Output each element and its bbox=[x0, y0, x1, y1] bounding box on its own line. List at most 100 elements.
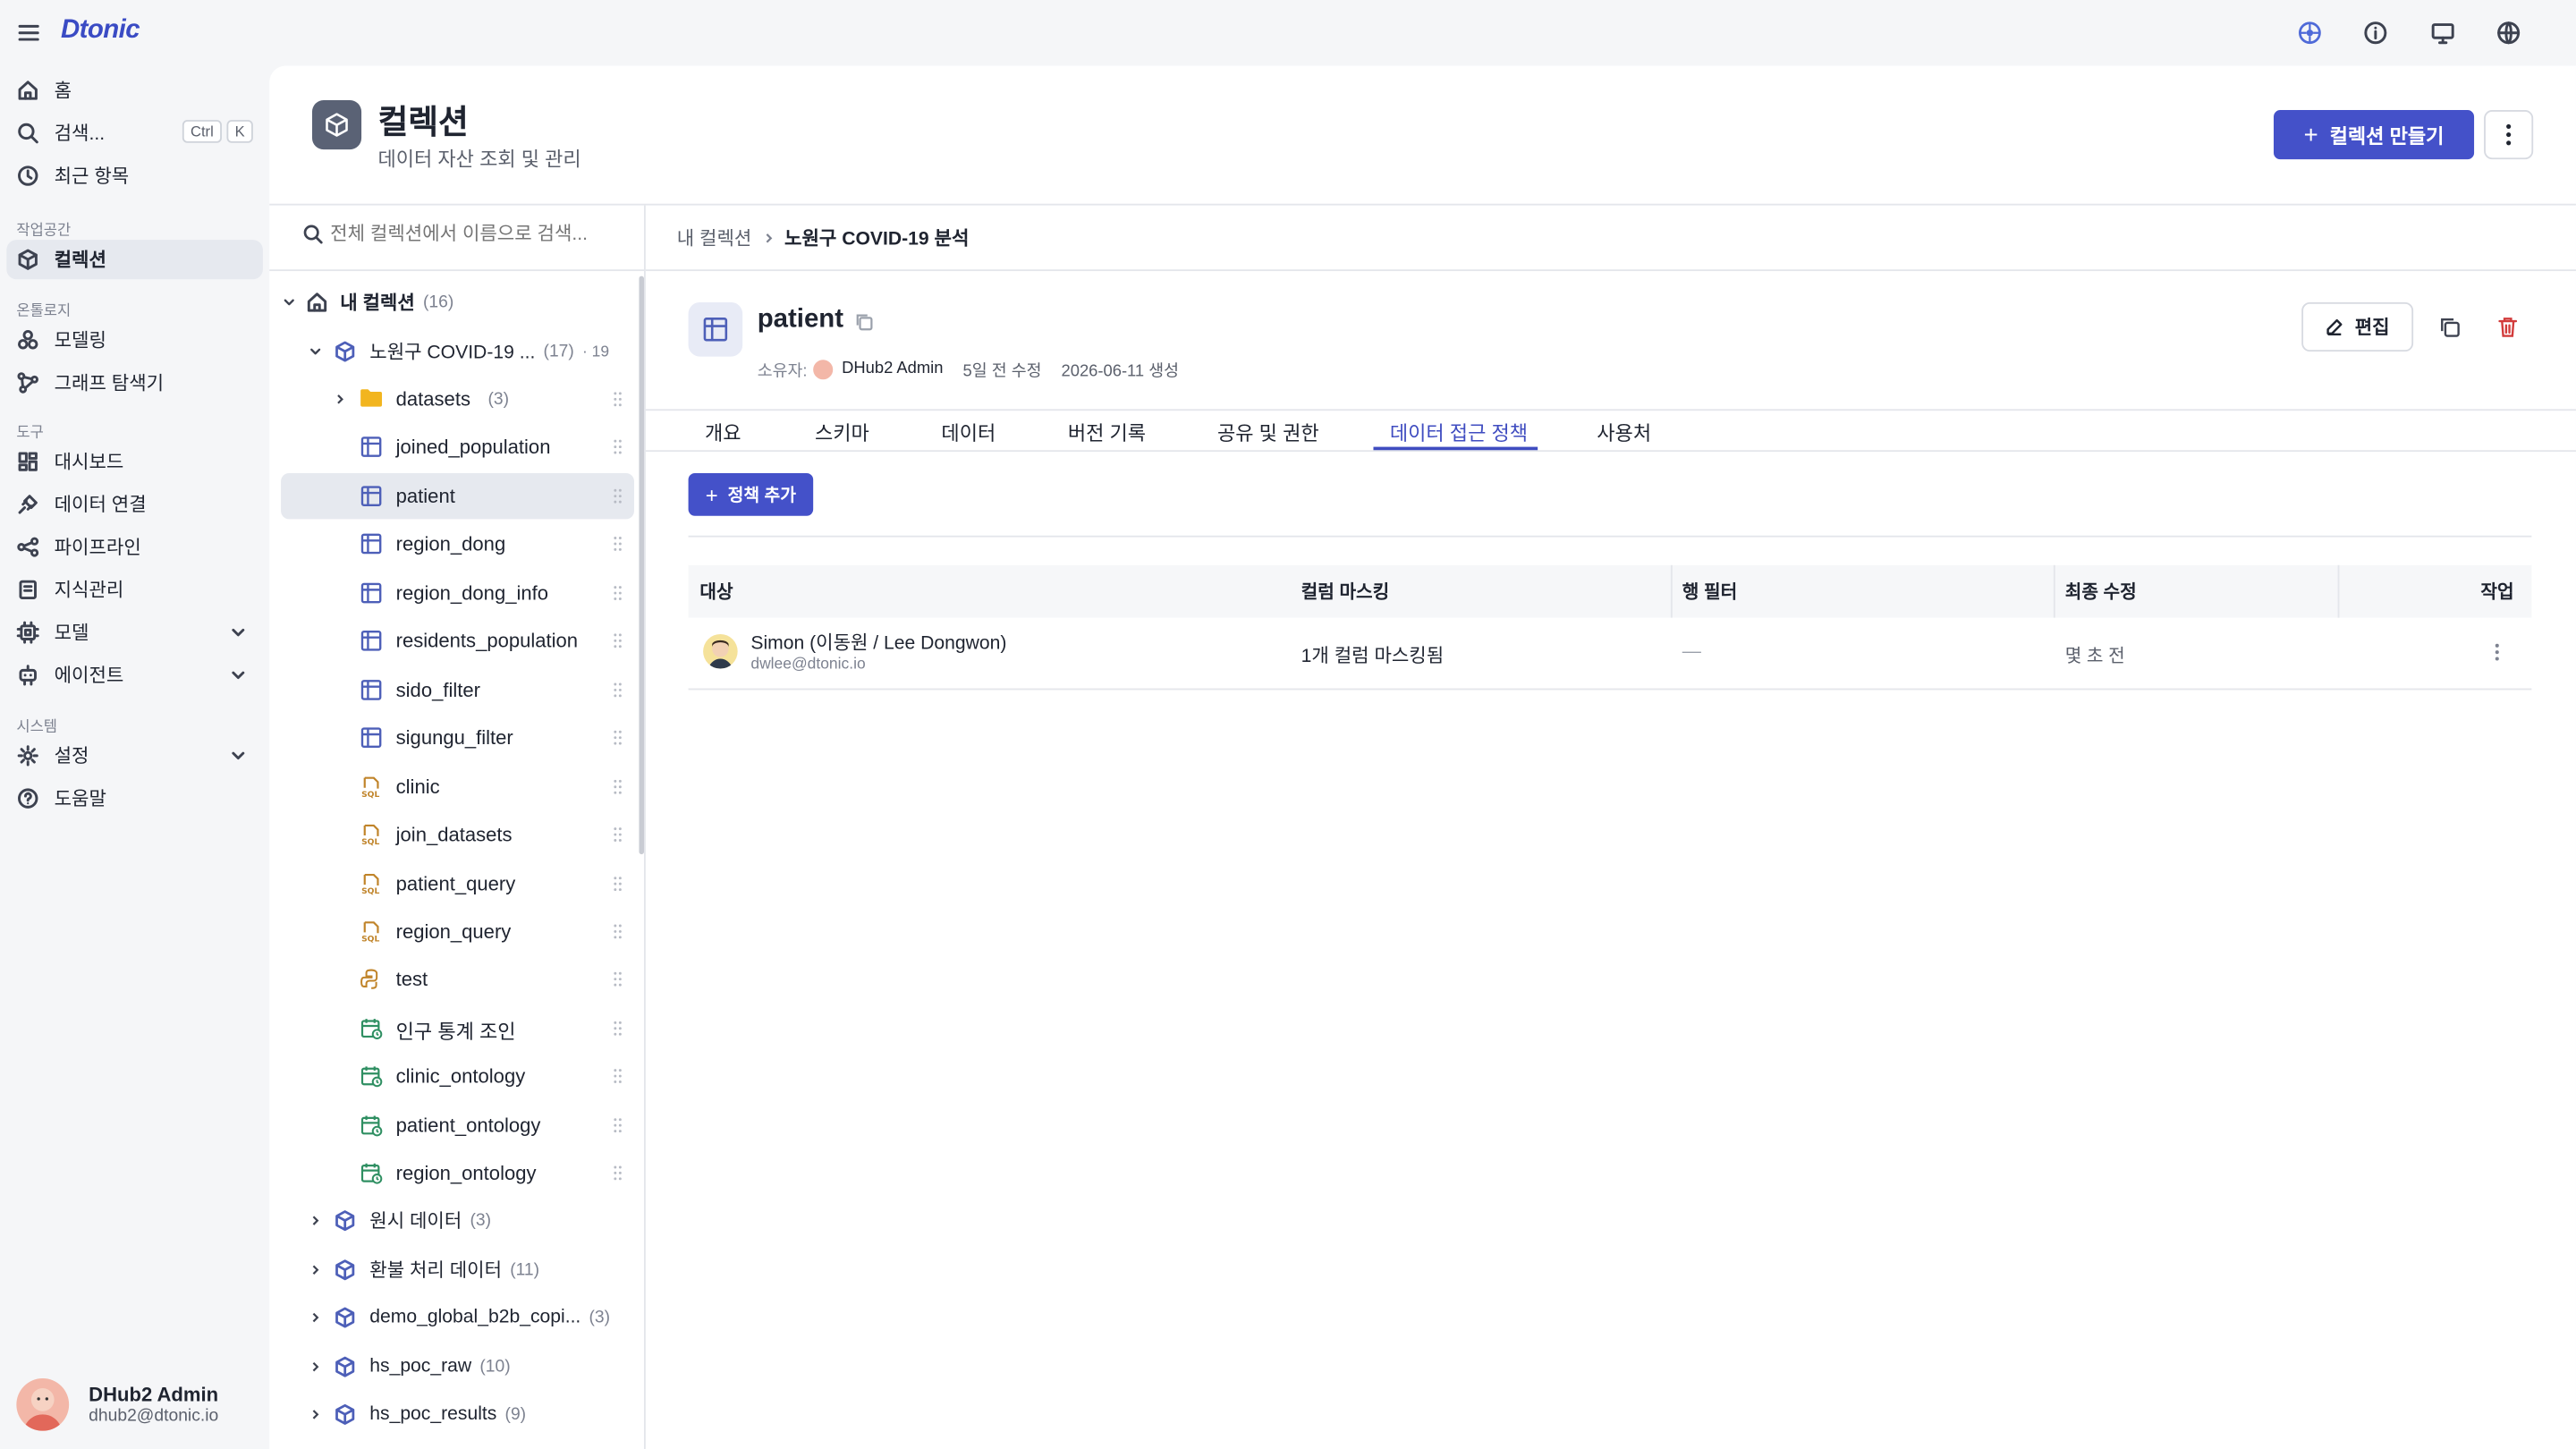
tree-item-label: region_query bbox=[395, 919, 512, 944]
tree-item[interactable]: region_dong_info bbox=[281, 570, 634, 615]
more-vertical-icon bbox=[2506, 123, 2512, 146]
cube-icon bbox=[334, 1403, 357, 1427]
drag-handle-icon[interactable] bbox=[613, 971, 623, 987]
drag-handle-icon[interactable] bbox=[613, 487, 623, 504]
tree-item[interactable]: sigungu_filter bbox=[281, 715, 634, 760]
tree-item[interactable]: sido_filter bbox=[281, 666, 634, 712]
sidebar-item-graph-explorer[interactable]: 그래프 탐색기 bbox=[6, 363, 263, 402]
drag-handle-icon[interactable] bbox=[613, 730, 623, 746]
tree-item[interactable]: clinic_ontology bbox=[281, 1054, 634, 1099]
drag-handle-icon[interactable] bbox=[613, 439, 623, 455]
drag-handle-icon[interactable] bbox=[613, 1020, 623, 1036]
globe-icon[interactable] bbox=[2496, 20, 2521, 46]
app-logo[interactable]: Dtonic bbox=[61, 16, 140, 46]
tree-collection-label: hs_poc_raw bbox=[369, 1356, 472, 1377]
tab-sharing[interactable]: 공유 및 권한 bbox=[1217, 419, 1319, 446]
chevron-right-icon bbox=[309, 1408, 322, 1421]
drag-handle-icon[interactable] bbox=[613, 923, 623, 939]
tree-collection[interactable]: demo_global_b2b_copi... (3) bbox=[309, 1294, 610, 1340]
tree-item[interactable]: 인구 통계 조인 bbox=[281, 1005, 634, 1051]
sidebar-item-dashboard[interactable]: 대시보드 bbox=[6, 442, 263, 481]
table-row[interactable]: Simon (이동원 / Lee Dongwon) dwlee@dtonic.i… bbox=[688, 618, 2532, 691]
drag-handle-icon[interactable] bbox=[613, 536, 623, 552]
main-panel: 컬렉션 데이터 자산 조회 및 관리 +컬렉션 만들기 내 컬렉션 (16) bbox=[269, 65, 2576, 1449]
drag-handle-icon[interactable] bbox=[613, 584, 623, 600]
tree-collection[interactable]: 노원구 COVID-19 ... (17) · 19 bbox=[309, 328, 637, 374]
tree-item[interactable]: test bbox=[281, 957, 634, 1003]
drag-handle-icon[interactable] bbox=[613, 1165, 623, 1182]
table-icon bbox=[360, 678, 383, 701]
chevron-down-icon bbox=[309, 345, 322, 359]
tree-collection[interactable]: hs_poc_raw (10) bbox=[309, 1343, 511, 1389]
breadcrumb-parent[interactable]: 내 컬렉션 bbox=[677, 225, 752, 251]
tree-collection[interactable]: hs_poc_results (9) bbox=[309, 1392, 526, 1437]
drag-handle-icon[interactable] bbox=[613, 778, 623, 794]
sidebar-item-knowledge[interactable]: 지식관리 bbox=[6, 570, 263, 609]
shortcut-key: K bbox=[226, 120, 253, 143]
tree-collection-label: 노원구 COVID-19 ... bbox=[369, 343, 536, 363]
sidebar-item-models[interactable]: 모델 bbox=[6, 613, 263, 652]
tree-collection-label: demo_global_b2b_copi... bbox=[369, 1308, 581, 1328]
drag-handle-icon[interactable] bbox=[613, 875, 623, 891]
tree-item[interactable]: region_ontology bbox=[281, 1150, 634, 1196]
tree-item[interactable]: SQL patient_query bbox=[281, 860, 634, 906]
add-policy-button[interactable]: + 정책 추가 bbox=[688, 472, 814, 516]
sidebar-item-label: 검색... bbox=[54, 124, 106, 145]
drag-handle-icon[interactable] bbox=[613, 1116, 623, 1132]
tree-item[interactable]: residents_population bbox=[281, 618, 634, 664]
delete-icon[interactable] bbox=[2497, 316, 2519, 339]
info-icon[interactable] bbox=[2362, 20, 2388, 46]
section-title: 온톨로지 bbox=[16, 301, 72, 319]
drag-handle-icon[interactable] bbox=[613, 633, 623, 649]
sidebar-item-home[interactable]: 홈 bbox=[6, 71, 263, 110]
tree-item[interactable]: SQL join_datasets bbox=[281, 811, 634, 857]
copy-icon[interactable] bbox=[854, 312, 874, 332]
tree-item[interactable]: SQL clinic bbox=[281, 763, 634, 809]
sidebar-item-modeling[interactable]: 모델링 bbox=[6, 320, 263, 360]
duplicate-icon[interactable] bbox=[2438, 316, 2462, 339]
svg-text:SQL: SQL bbox=[361, 789, 379, 798]
edit-button[interactable]: 편집 bbox=[2301, 301, 2414, 352]
tree-item[interactable]: patient bbox=[281, 472, 634, 520]
sql-file-icon: SQL bbox=[360, 871, 383, 894]
drag-handle-icon[interactable] bbox=[613, 682, 623, 698]
tree-root[interactable]: 내 컬렉션 (16) bbox=[283, 279, 453, 325]
top-bar bbox=[269, 0, 2576, 66]
tab-data-access-policy[interactable]: 데이터 접근 정책 bbox=[1390, 419, 1528, 446]
sidebar-item-settings[interactable]: 설정 bbox=[6, 736, 263, 775]
drag-handle-icon[interactable] bbox=[613, 826, 623, 843]
menu-icon[interactable] bbox=[18, 23, 39, 43]
breadcrumb: 내 컬렉션 노원구 COVID-19 분석 bbox=[677, 225, 970, 251]
more-vertical-icon[interactable] bbox=[2494, 642, 2500, 662]
sidebar-item-agents[interactable]: 에이전트 bbox=[6, 656, 263, 695]
tab-usage[interactable]: 사용처 bbox=[1597, 419, 1651, 446]
more-options-button[interactable] bbox=[2484, 110, 2534, 160]
drag-handle-icon[interactable] bbox=[613, 391, 623, 407]
sidebar-item-data-connection[interactable]: 데이터 연결 bbox=[6, 485, 263, 524]
monitor-icon[interactable] bbox=[2429, 20, 2455, 46]
tree-folder[interactable]: datasets (3) bbox=[281, 377, 634, 422]
sidebar-item-search[interactable]: 검색... Ctrl K bbox=[6, 114, 263, 153]
tab-overview[interactable]: 개요 bbox=[705, 419, 741, 446]
sidebar-item-collections[interactable]: 컬렉션 bbox=[6, 240, 263, 280]
tree-item[interactable]: joined_population bbox=[281, 425, 634, 470]
drag-handle-icon[interactable] bbox=[613, 1068, 623, 1084]
tab-schema[interactable]: 스키마 bbox=[815, 419, 869, 446]
chevron-down-icon bbox=[230, 667, 246, 683]
tree-item[interactable]: region_dong bbox=[281, 521, 634, 567]
tree-collection[interactable]: 원시 데이터 (3) bbox=[309, 1198, 491, 1243]
tree-collection[interactable]: 환불 처리 데이터 (11) bbox=[309, 1246, 539, 1292]
tab-version-history[interactable]: 버전 기록 bbox=[1068, 419, 1146, 446]
tree-item-label: region_ontology bbox=[395, 1161, 537, 1185]
sidebar-item-recent[interactable]: 최근 항목 bbox=[6, 156, 263, 195]
ontology-icon[interactable] bbox=[2297, 20, 2323, 46]
create-collection-button[interactable]: + 컬렉션 만들기 bbox=[2273, 110, 2475, 160]
owner-label: 소유자: bbox=[757, 362, 808, 382]
sidebar-item-help[interactable]: 도움말 bbox=[6, 779, 263, 818]
tree-item[interactable]: patient_ontology bbox=[281, 1102, 634, 1148]
avatar[interactable] bbox=[16, 1377, 70, 1431]
tree-item[interactable]: SQL region_query bbox=[281, 909, 634, 954]
tab-data[interactable]: 데이터 bbox=[941, 419, 996, 446]
tree-count: (11) bbox=[510, 1258, 540, 1279]
sidebar-item-pipeline[interactable]: 파이프라인 bbox=[6, 528, 263, 567]
